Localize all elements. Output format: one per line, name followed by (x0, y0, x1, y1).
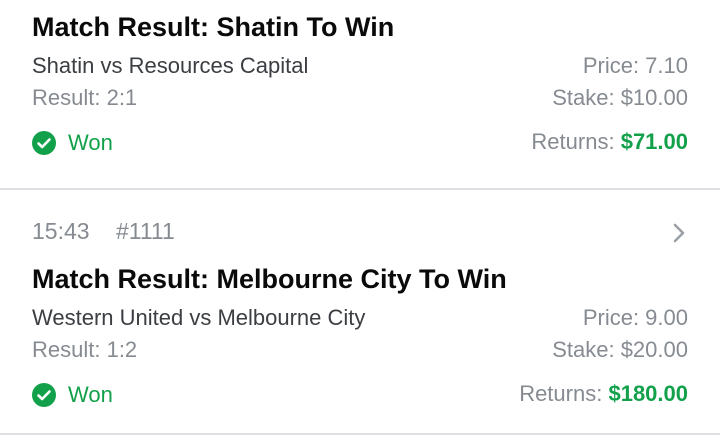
returns-label: Returns: (531, 129, 615, 154)
event-name: Shatin vs Resources Capital (32, 53, 309, 78)
status-label: Won (68, 382, 113, 407)
result-score: Result: 2:1 (32, 85, 138, 110)
chevron-right-icon[interactable] (668, 222, 690, 244)
event-name: Western United vs Melbourne City (32, 305, 366, 330)
bet-returns: Returns: $180.00 (519, 381, 688, 407)
status-label: Won (68, 130, 113, 155)
returns-value: $71.00 (620, 129, 688, 154)
check-circle-icon (32, 131, 56, 155)
next-card-edge (0, 435, 720, 440)
check-circle-icon (32, 383, 56, 407)
bet-price: Price: 9.00 (582, 305, 688, 330)
bet-status: Won (32, 130, 113, 156)
result-score: Result: 1:2 (32, 337, 138, 362)
bet-returns: Returns: $71.00 (531, 129, 688, 155)
bet-status: Won (32, 382, 113, 408)
bet-stake: Stake: $10.00 (552, 85, 688, 110)
returns-label: Returns: (519, 381, 603, 406)
bet-time: 15:43 (32, 218, 90, 244)
market-title: Match Result: Shatin To Win (32, 12, 395, 42)
bet-id: #1111 (115, 218, 175, 244)
bet-card[interactable]: 15:43 #1111 Match Result: Melbourne City… (0, 190, 720, 433)
bet-stake: Stake: $20.00 (552, 337, 688, 362)
bet-meta: 15:43 #1111 (32, 218, 175, 245)
bet-price: Price: 7.10 (582, 53, 688, 78)
bet-card[interactable]: Match Result: Shatin To Win Shatin vs Re… (0, 0, 720, 189)
returns-value: $180.00 (608, 381, 688, 406)
market-title: Match Result: Melbourne City To Win (32, 264, 507, 294)
